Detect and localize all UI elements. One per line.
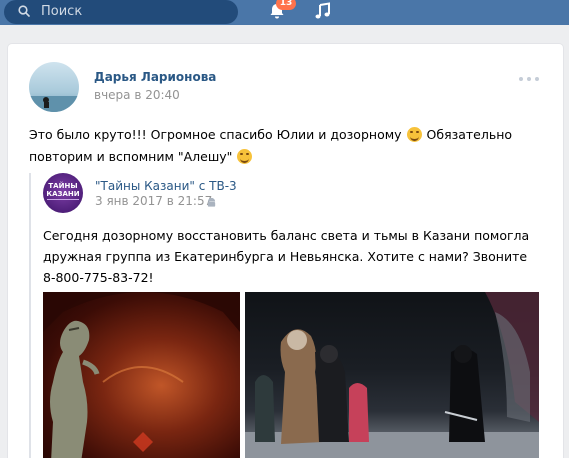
smile-emoji-icon [237,149,253,164]
group-avatar-logo: ТАЙНЫ КАЗАНИ [46,182,80,198]
avatar-photo [29,62,79,112]
notification-badge: 13 [276,0,296,10]
post-text-part1: Это было круто!!! Огромное спасибо Юлии … [29,127,402,142]
photo-dinosaur-image [43,292,240,458]
author-name[interactable]: Дарья Ларионова [94,70,216,84]
more-options-icon[interactable] [519,77,541,83]
repost-time[interactable]: 3 янв 2017 в 21:57 [95,194,212,208]
photo-night-street[interactable] [245,292,539,458]
android-icon [207,197,216,207]
smile-emoji-icon [406,127,422,142]
top-header: Поиск 13 [0,0,569,25]
repost-divider [29,173,31,458]
search-input[interactable]: Поиск [4,0,238,24]
post-time[interactable]: вчера в 20:40 [94,88,180,102]
group-avatar[interactable]: ТАЙНЫ КАЗАНИ [43,173,83,213]
photo-dinosaur[interactable] [43,292,240,458]
photo-night-street-image [245,292,539,458]
search-placeholder: Поиск [41,4,83,19]
music-icon[interactable] [313,1,333,21]
group-avatar-skyline [47,199,79,207]
repost-text: Сегодня дозорному восстановить баланс св… [43,228,530,285]
search-icon [18,5,30,17]
author-avatar[interactable] [29,62,79,112]
group-name[interactable]: "Тайны Казани" с ТВ-3 [95,179,237,193]
post-text: Это было круто!!! Огромное спасибо Юлии … [29,124,549,168]
